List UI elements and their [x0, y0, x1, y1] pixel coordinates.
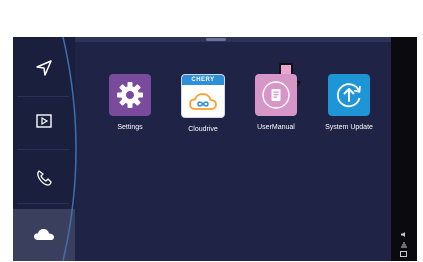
infotainment-screen: Settings CHERY Cloudrive UserManual Syst…: [13, 37, 417, 261]
update-arrow-icon: [336, 83, 361, 108]
volume-icon: [401, 232, 405, 237]
app-usermanual[interactable]: UserManual: [241, 74, 311, 131]
app-label-usermanual: UserManual: [257, 124, 295, 131]
app-cloudrive[interactable]: CHERY Cloudrive: [168, 74, 238, 133]
app-label-system-update: System Update: [325, 124, 373, 131]
battery-icon: [400, 251, 407, 257]
status-icons: [397, 231, 411, 257]
app-tile-cloudrive[interactable]: CHERY: [181, 74, 225, 118]
right-status-bar: [391, 37, 417, 261]
app-tile-settings[interactable]: [109, 74, 151, 116]
app-label-cloudrive: Cloudrive: [188, 126, 218, 133]
app-tile-system-update[interactable]: [328, 74, 370, 116]
app-settings[interactable]: Settings: [95, 74, 165, 131]
manual-icon: [262, 81, 290, 109]
app-tile-usermanual[interactable]: [255, 74, 297, 116]
chery-brand-text: CHERY: [191, 77, 215, 83]
app-label-settings: Settings: [117, 124, 143, 131]
signal-icon: [401, 242, 407, 248]
sidebar-curve: [62, 37, 77, 261]
cloud-infinity-icon: [189, 93, 217, 110]
gear-icon: [117, 82, 143, 108]
pull-down-handle[interactable]: [206, 38, 226, 41]
app-system-update[interactable]: System Update: [314, 74, 384, 131]
